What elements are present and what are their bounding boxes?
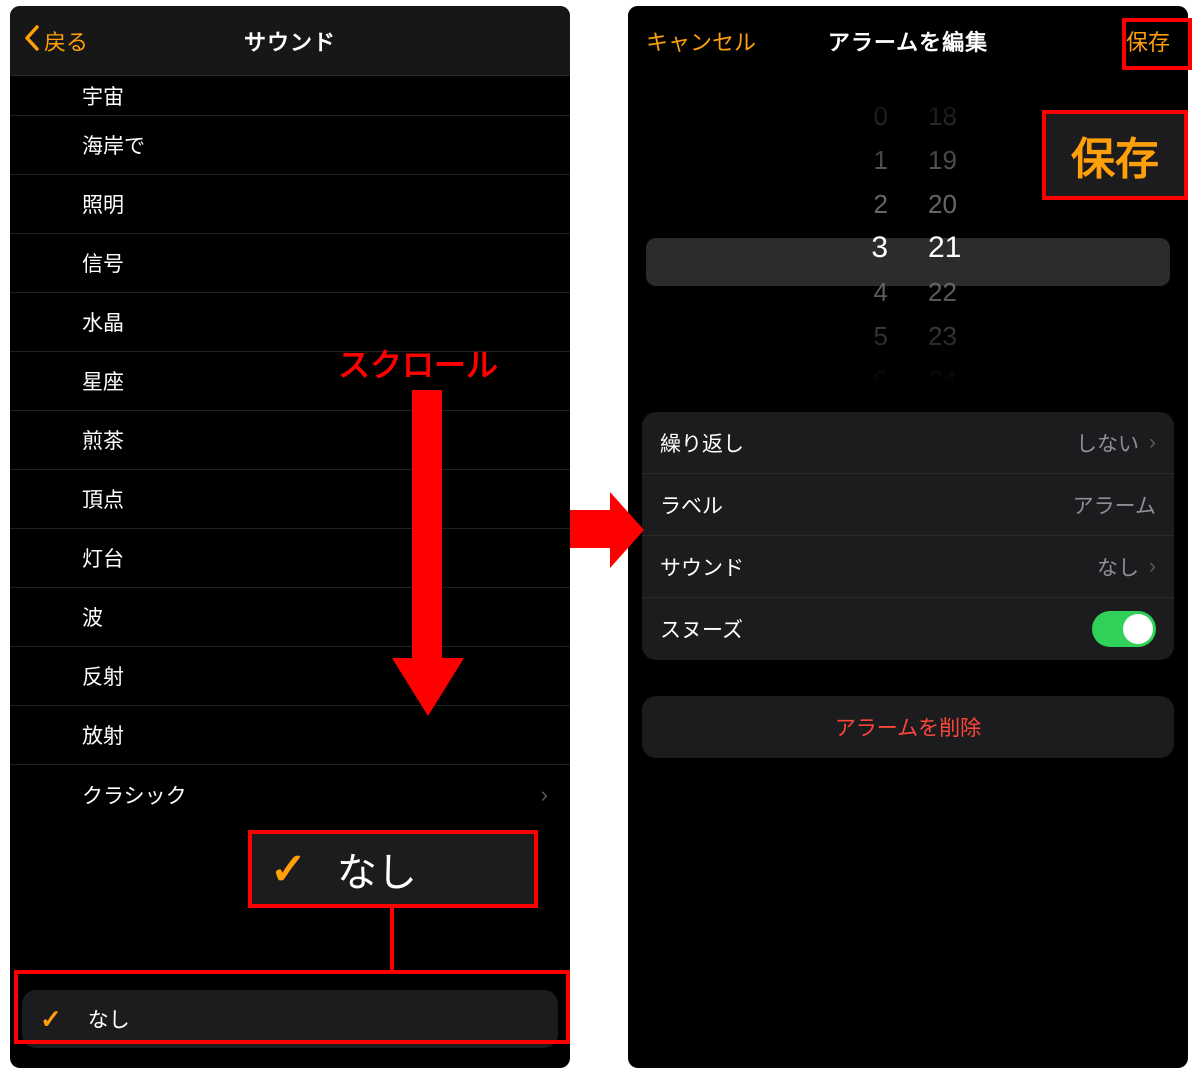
list-item[interactable]: 海岸で: [10, 116, 570, 175]
sound-row[interactable]: サウンド なし ›: [642, 536, 1174, 598]
list-item[interactable]: 頂点: [10, 470, 570, 529]
annotation-connector: [390, 908, 394, 972]
annotation-none-row-highlight: [14, 970, 570, 1044]
snooze-toggle[interactable]: [1092, 611, 1156, 647]
annotation-scroll-arrow: [398, 390, 458, 720]
snooze-row: スヌーズ: [642, 598, 1174, 660]
back-label: 戻る: [44, 25, 88, 57]
list-item[interactable]: 反射: [10, 647, 570, 706]
chevron-left-icon: [24, 25, 40, 57]
back-button[interactable]: 戻る: [24, 6, 88, 76]
nav-title: サウンド: [244, 25, 336, 57]
nav-bar: 戻る サウンド: [10, 6, 570, 76]
chevron-right-icon: ›: [1149, 555, 1156, 579]
check-icon: ✓: [270, 844, 307, 895]
list-item[interactable]: 波: [10, 588, 570, 647]
list-item[interactable]: 灯台: [10, 529, 570, 588]
list-item[interactable]: 煎茶: [10, 411, 570, 470]
list-item[interactable]: 照明: [10, 175, 570, 234]
delete-section: アラームを削除: [642, 696, 1174, 758]
nav-title: アラームを編集: [828, 25, 988, 57]
list-item[interactable]: 放射: [10, 706, 570, 765]
picker-selection-bar: [646, 238, 1170, 286]
cancel-button[interactable]: キャンセル: [646, 6, 756, 76]
chevron-right-icon: ›: [541, 782, 548, 808]
delete-alarm-button[interactable]: アラームを削除: [642, 696, 1174, 758]
repeat-row[interactable]: 繰り返し しない ›: [642, 412, 1174, 474]
list-item[interactable]: 信号: [10, 234, 570, 293]
list-item-classic[interactable]: クラシック ›: [10, 765, 570, 824]
annotation-save-callout: 保存: [1042, 110, 1188, 200]
sound-list[interactable]: 宇宙 海岸で 照明 信号 水晶 星座 煎茶 頂点 灯台 波 反射 放射 クラシッ…: [10, 76, 570, 824]
chevron-right-icon: ›: [1149, 431, 1156, 455]
nav-bar: キャンセル アラームを編集 保存: [628, 6, 1188, 76]
alarm-settings: 繰り返し しない › ラベル アラーム サウンド なし › スヌーズ: [642, 412, 1174, 660]
label-row[interactable]: ラベル アラーム: [642, 474, 1174, 536]
hour-column[interactable]: 0 1 2 3 4 5 6: [798, 94, 888, 394]
annotation-next-arrow: [570, 480, 640, 580]
annotation-none-callout: ✓ なし: [248, 830, 538, 908]
annotation-scroll-label: スクロール: [338, 340, 498, 386]
annotation-save-highlight: [1122, 18, 1192, 70]
phone-left: 戻る サウンド 宇宙 海岸で 照明 信号 水晶 星座 煎茶 頂点 灯台 波 反射…: [10, 6, 570, 1068]
minute-column[interactable]: 18 19 20 21 22 23 24: [928, 94, 1018, 394]
list-item[interactable]: 宇宙: [10, 76, 570, 116]
